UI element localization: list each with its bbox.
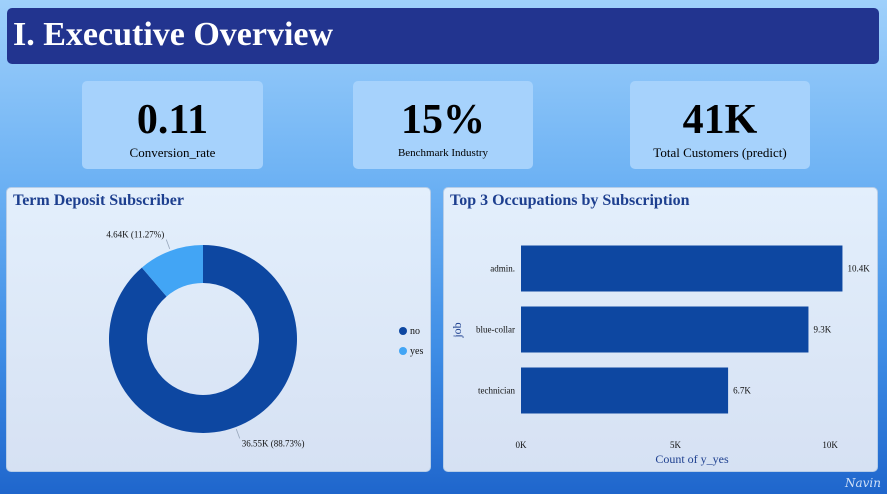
- legend-label-yes: yes: [410, 345, 424, 357]
- bar-value-label: 6.7K: [733, 386, 751, 396]
- kpi-value: 41K: [682, 97, 758, 143]
- bar-admin[interactable]: [521, 245, 843, 292]
- bar-category-label: admin.: [490, 264, 515, 274]
- legend-swatch-no: [399, 327, 407, 335]
- donut-legend: no yes: [399, 321, 423, 361]
- kpi-value: 15%: [401, 97, 485, 143]
- bar-value-label: 9.3K: [813, 325, 831, 335]
- donut-data-label-yes: 4.64K (11.27%): [106, 230, 164, 240]
- legend-item-no[interactable]: no: [399, 321, 423, 341]
- legend-item-yes[interactable]: yes: [399, 341, 423, 361]
- kpi-label: Total Customers (predict): [653, 145, 787, 160]
- x-tick-label: 0K: [516, 440, 528, 450]
- donut-chart: 36.55K (88.73%) 4.64K (11.27%): [106, 230, 305, 449]
- kpi-card-benchmark-industry: 15% Benchmark Industry: [353, 81, 533, 169]
- x-tick-label: 5K: [670, 440, 682, 450]
- kpi-label: Benchmark Industry: [397, 147, 489, 159]
- donut-chart-panel: Term Deposit Subscriber 36.55K (88.73%) 4…: [6, 187, 431, 472]
- donut-data-label-no: 36.55K (88.73%): [242, 438, 305, 448]
- page-title: I. Executive Overview: [13, 16, 334, 53]
- donut-leader-line-no: [235, 428, 241, 439]
- header-banner: I. Executive Overview: [7, 8, 879, 64]
- x-tick-label: 10K: [822, 440, 838, 450]
- y-axis-title: job: [450, 322, 464, 338]
- bar-technician[interactable]: [521, 367, 729, 414]
- kpi-label: Conversion_rate: [129, 145, 216, 160]
- bar-chart-panel: Top 3 Occupations by Subscription admin.…: [443, 187, 878, 472]
- legend-swatch-yes: [399, 347, 407, 355]
- kpi-card-total-customers: 41K Total Customers (predict): [630, 81, 810, 169]
- donut-leader-line-yes: [165, 239, 171, 250]
- kpi-value: 0.11: [136, 97, 209, 143]
- x-axis-title: Count of y_yes: [655, 452, 729, 466]
- bar-category-label: blue-collar: [476, 325, 515, 335]
- bar-blue-collar[interactable]: [521, 306, 809, 353]
- legend-label-no: no: [410, 325, 420, 337]
- watermark-signature: Navin: [845, 476, 881, 490]
- bar-chart: admin. 10.4K blue-collar 9.3K technician 6.7K…: [450, 245, 870, 466]
- bar-category-label: technician: [478, 386, 515, 396]
- kpi-card-conversion-rate: 0.11 Conversion_rate: [82, 81, 263, 169]
- bar-value-label: 10.4K: [847, 264, 870, 274]
